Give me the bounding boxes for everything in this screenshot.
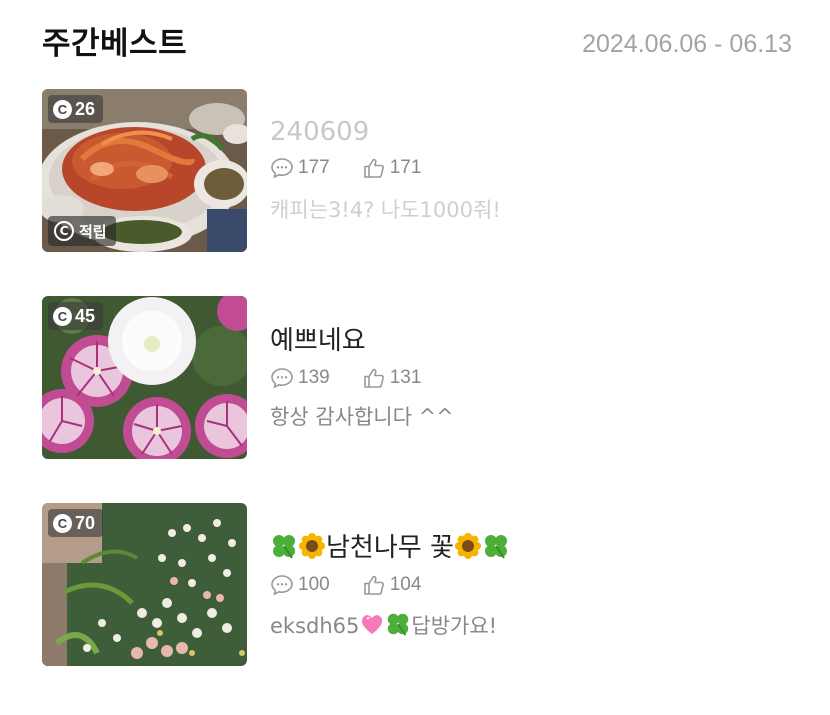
post-snippet: 항상 감사합니다 ^^	[270, 405, 454, 429]
comment-bubble-icon	[271, 575, 293, 596]
badge-count: 70	[75, 512, 96, 533]
sunflower-icon	[454, 533, 481, 559]
coin-icon: C	[53, 306, 72, 326]
like-count: 171	[362, 155, 421, 181]
post-title[interactable]: 240609	[270, 115, 369, 149]
thumbs-up-icon	[363, 575, 384, 595]
post-stats: 177 171	[270, 155, 453, 181]
thumbs-up-icon	[363, 368, 384, 388]
post-title[interactable]: 남천나무 꽃	[270, 531, 510, 565]
post-thumbnail[interactable]: C 45	[42, 296, 247, 459]
point-badge: C 70	[48, 509, 104, 537]
coin-icon: C	[53, 513, 72, 533]
post-stats: 139 131	[270, 365, 453, 391]
comment-bubble-icon	[271, 368, 293, 389]
four-leaf-clover-icon	[273, 535, 295, 559]
post-title-text: 남천나무 꽃	[326, 533, 454, 563]
post-title[interactable]: 예쁘네요	[270, 324, 366, 358]
four-leaf-clover-icon	[484, 535, 507, 559]
section-title: 주간베스트	[42, 26, 188, 62]
sunflower-icon	[299, 533, 325, 559]
best-post-item[interactable]: C 26 C 적립 240609 177 171 캐피는3!4? 나도1000줘…	[42, 89, 792, 253]
thumbs-up-icon	[363, 158, 384, 178]
snippet-text: 답방가요!	[411, 614, 498, 638]
best-post-item[interactable]: C 70 남천나무 꽃 100 104 eksdh65 답방가요!	[42, 503, 792, 667]
copyright-coin-icon: C	[54, 221, 74, 241]
like-count: 104	[362, 572, 421, 598]
like-count: 131	[362, 365, 421, 391]
badge-count: 26	[75, 98, 96, 119]
comment-count: 100	[270, 572, 330, 598]
post-thumbnail[interactable]: C 70	[42, 503, 247, 666]
point-badge: C 26	[48, 95, 104, 123]
date-range: 2024.06.06 - 06.13	[582, 30, 792, 58]
earn-tag-label: 적립	[79, 222, 107, 241]
snippet-author: eksdh65	[270, 614, 360, 638]
point-badge: C 45	[48, 302, 104, 330]
pink-heart-icon	[362, 615, 383, 634]
weekly-best-header: 주간베스트 2024.06.06 - 06.13	[42, 22, 792, 66]
comment-count: 139	[270, 365, 330, 391]
best-post-item[interactable]: C 45 예쁘네요 139 131 항상 감사합니다 ^^	[42, 296, 792, 460]
badge-count: 45	[75, 305, 96, 326]
four-leaf-clover-icon	[388, 613, 409, 636]
post-snippet: eksdh65 답방가요!	[270, 611, 497, 641]
earn-tag: C 적립	[48, 216, 116, 246]
coin-icon: C	[53, 99, 72, 119]
comment-bubble-icon	[271, 158, 293, 179]
post-stats: 100 104	[270, 572, 453, 598]
comment-count: 177	[270, 155, 330, 181]
post-thumbnail[interactable]: C 26 C 적립	[42, 89, 247, 252]
post-snippet: 캐피는3!4? 나도1000줘!	[270, 198, 501, 222]
